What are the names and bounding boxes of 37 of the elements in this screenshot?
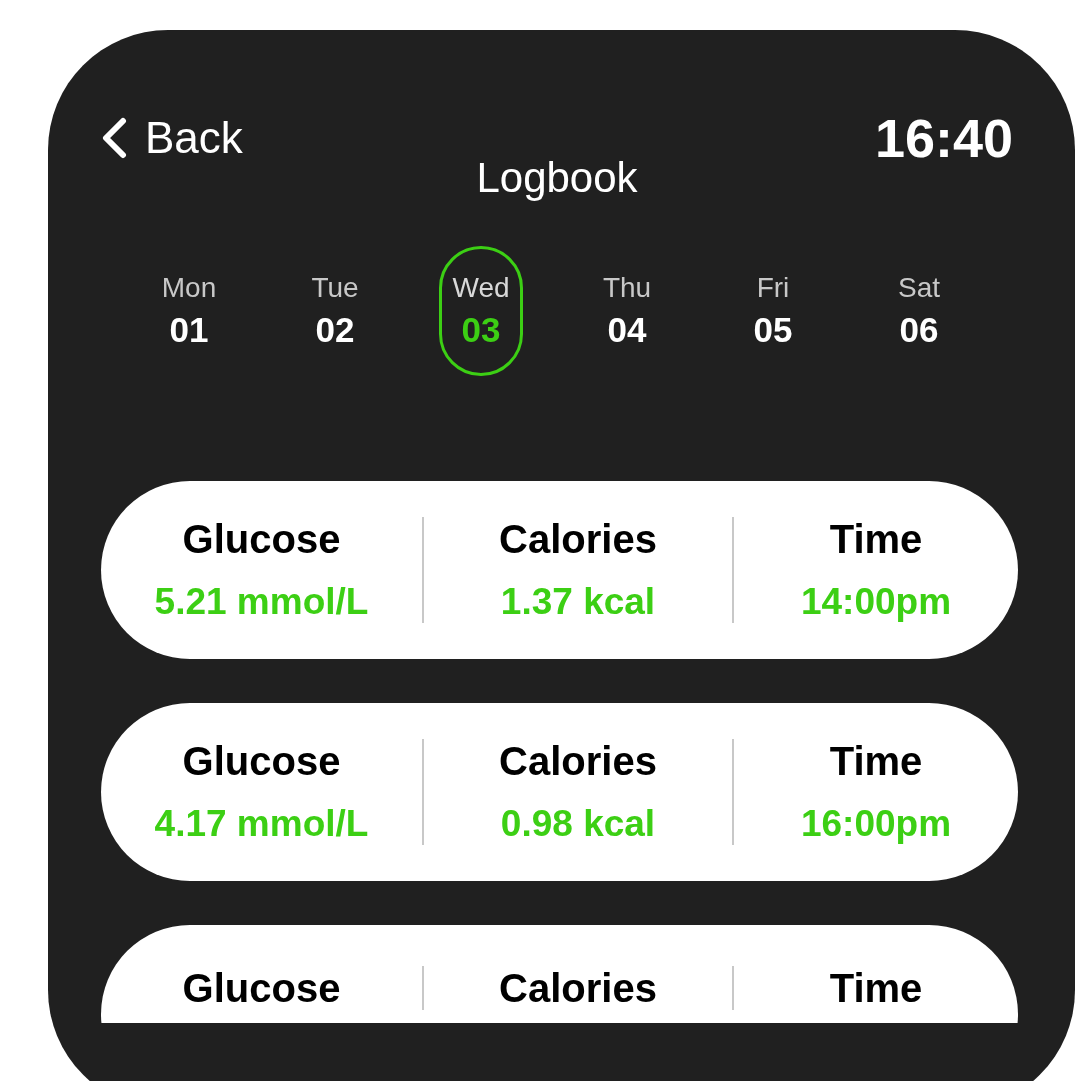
metric-label: Calories xyxy=(499,739,657,783)
metric-value: 16:00pm xyxy=(800,803,952,845)
day-tab[interactable]: Tue 02 xyxy=(293,246,377,376)
metric-label: Glucose xyxy=(182,966,341,1010)
metric-value: 0.98 kcal xyxy=(500,803,656,845)
metric-label: Time xyxy=(829,517,923,561)
weekday-label: Wed xyxy=(452,272,510,304)
weekday-label: Thu xyxy=(602,272,652,304)
metric-label: Calories xyxy=(499,517,657,561)
metric-value: 14:00pm xyxy=(800,581,952,623)
weekday-label: Tue xyxy=(311,272,359,304)
weekday-label: Mon xyxy=(161,272,217,304)
date-number: 04 xyxy=(607,310,647,350)
metric-value: 1.37 kcal xyxy=(500,581,656,623)
day-tab[interactable]: Fri 05 xyxy=(731,246,815,376)
day-tab[interactable]: Wed 03 xyxy=(439,246,523,376)
screen-title: Logbook xyxy=(476,157,638,199)
date-number: 03 xyxy=(461,310,501,350)
date-number: 05 xyxy=(753,310,793,350)
day-tab[interactable]: Mon 01 xyxy=(147,246,231,376)
clock-time: 16:40 xyxy=(874,110,1013,166)
day-tab[interactable]: Sat 06 xyxy=(877,246,961,376)
date-number: 06 xyxy=(899,310,939,350)
metric-label: Glucose xyxy=(182,517,341,561)
metric-label: Calories xyxy=(499,966,657,1010)
weekday-label: Fri xyxy=(756,272,790,304)
chevron-left-icon xyxy=(101,117,127,159)
metric-label: Glucose xyxy=(182,739,341,783)
metric-label: Time xyxy=(829,739,923,783)
metric-value: 4.17 mmol/L xyxy=(154,803,369,845)
metric-value: 5.21 mmol/L xyxy=(154,581,369,623)
weekday-label: Sat xyxy=(898,272,940,304)
back-button[interactable]: Back xyxy=(101,110,243,166)
day-tab[interactable]: Thu 04 xyxy=(585,246,669,376)
date-number: 01 xyxy=(169,310,209,350)
date-number: 02 xyxy=(315,310,355,350)
metric-label: Time xyxy=(829,966,923,1010)
